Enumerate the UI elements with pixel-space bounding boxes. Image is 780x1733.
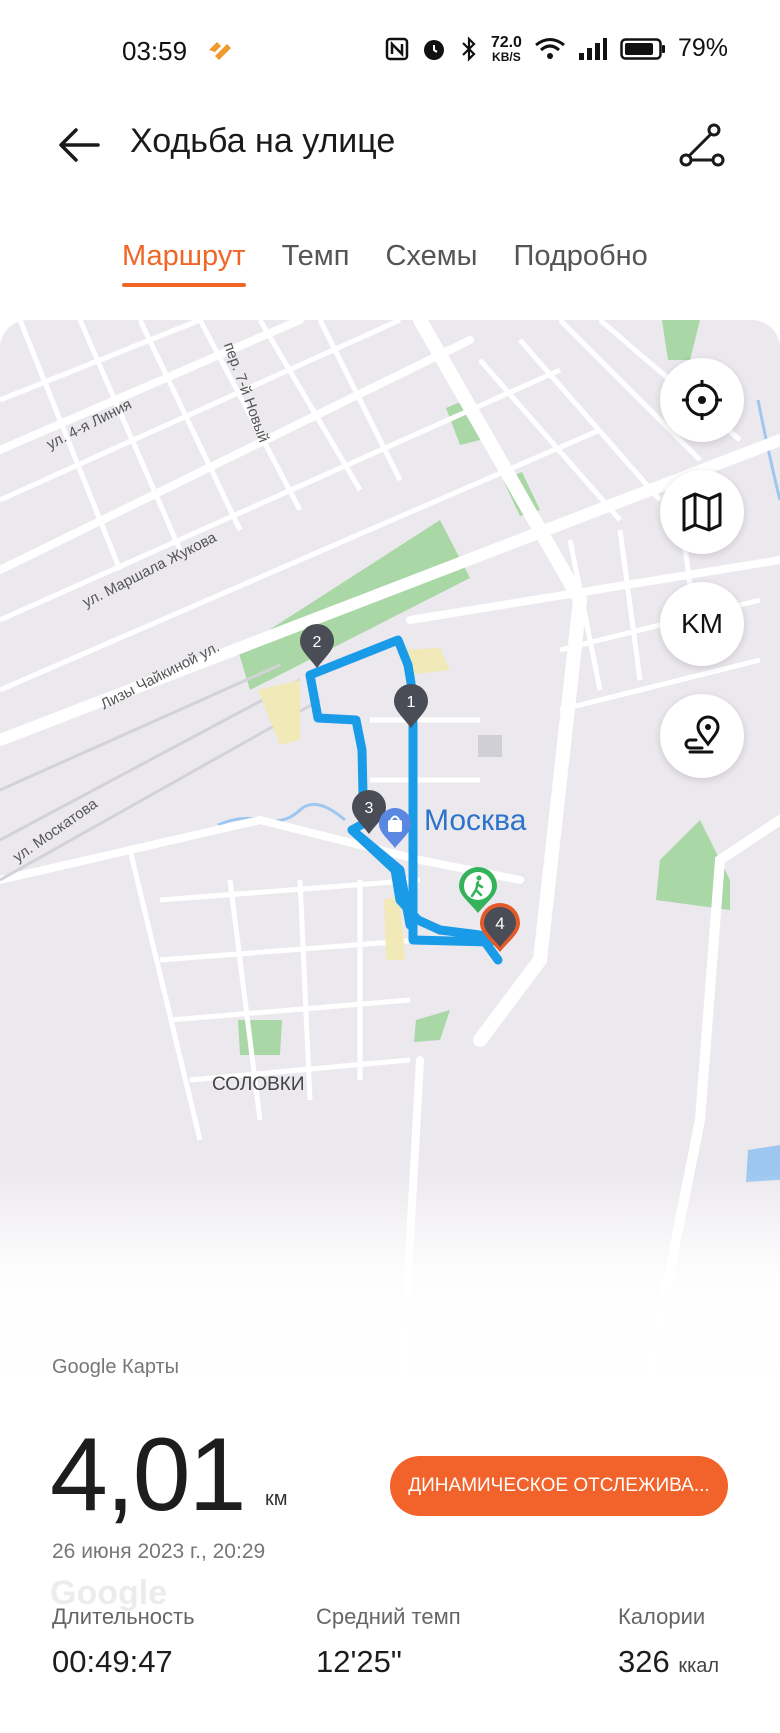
marker-label: 2 (313, 634, 322, 651)
alarm-icon (423, 39, 444, 60)
dynamic-tracking-button[interactable]: ДИНАМИЧЕСКОЕ ОТСЛЕЖИВА... (390, 1456, 728, 1516)
nfc-icon (385, 37, 409, 60)
route-marker-1[interactable]: 1 (392, 682, 430, 730)
tab-route[interactable]: Маршрут (122, 240, 246, 287)
battery-icon (620, 37, 665, 60)
calories-label: Калории (618, 1604, 706, 1629)
calories-unit: ккал (678, 1655, 720, 1677)
status-bar: 03:59 72.0 KB/S 79% (0, 0, 780, 104)
status-icons: 72.0 KB/S 79% (385, 34, 728, 63)
route-marker-4-end[interactable]: 4 (478, 902, 522, 954)
page-title: Ходьба на улице (130, 122, 396, 160)
signal-icon (578, 37, 607, 60)
route-pin-icon (684, 715, 720, 754)
route-marker-2[interactable]: 2 (298, 622, 336, 670)
locate-button[interactable] (660, 358, 744, 442)
tab-bar: Маршрут Темп Схемы Подробно (122, 240, 648, 287)
battery-percent: 79% (677, 34, 728, 62)
marker-label: 3 (365, 800, 374, 817)
route-share-icon[interactable] (674, 118, 728, 172)
tab-details[interactable]: Подробно (513, 240, 647, 287)
crosshair-icon (682, 380, 722, 420)
tab-charts[interactable]: Схемы (385, 240, 477, 287)
net-speed: 72.0 KB/S (490, 33, 522, 64)
duration-label: Длительность (52, 1604, 195, 1629)
pace-value: 12'25" (316, 1644, 402, 1679)
back-arrow-icon[interactable] (52, 118, 106, 172)
distance-value: 4,01 (50, 1417, 246, 1533)
marker-label: 4 (495, 914, 504, 933)
wifi-icon (535, 37, 565, 59)
calories-value: 326 (618, 1644, 670, 1679)
tab-pace[interactable]: Темп (282, 240, 350, 287)
marker-label: 1 (407, 694, 416, 711)
status-time: 03:59 (122, 36, 188, 66)
map-type-button[interactable] (660, 470, 744, 554)
km-button-label: KM (681, 608, 723, 639)
app-header: Ходьба на улице (0, 104, 780, 214)
map-attribution: Google Карты (52, 1356, 180, 1378)
map-icon (682, 492, 722, 532)
route-points-button[interactable] (660, 694, 744, 778)
shop-pin-icon (379, 808, 411, 848)
net-speed-value: 72.0 (490, 33, 522, 51)
workout-date: 26 июня 2023 г., 20:29 (52, 1540, 266, 1563)
pace-label: Средний темп (316, 1604, 461, 1629)
net-speed-unit: KB/S (492, 49, 521, 64)
calories-value-group: 326 ккал (618, 1644, 719, 1680)
huawei-health-icon (209, 42, 231, 60)
duration-value: 00:49:47 (52, 1644, 173, 1679)
district-label: СОЛОВКИ (212, 1074, 305, 1095)
distance-unit: км (265, 1488, 288, 1510)
city-label: Москва (424, 804, 527, 837)
km-markers-button[interactable]: KM (660, 582, 744, 666)
bluetooth-icon (462, 35, 476, 62)
